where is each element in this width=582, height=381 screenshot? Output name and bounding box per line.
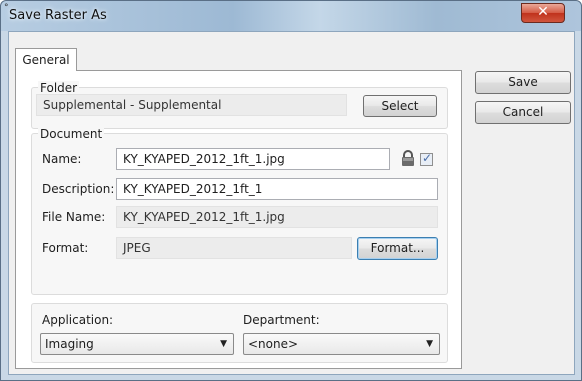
folder-field: Supplemental - Supplemental (36, 94, 347, 116)
save-button[interactable]: Save (475, 71, 571, 94)
department-select[interactable]: <none> ▼ (243, 333, 440, 355)
lock-icon[interactable] (400, 150, 416, 167)
format-field: JPEG (116, 237, 352, 259)
tab-general[interactable]: General (15, 48, 77, 71)
description-input[interactable]: KY_KYAPED_2012_1ft_1 (116, 178, 438, 200)
title-bar[interactable]: ° Save Raster As (1, 1, 581, 31)
format-label: Format: (42, 241, 89, 255)
dialog-window: ° Save Raster As ✕ General Folder Supple… (0, 0, 582, 381)
department-label: Department: (243, 313, 320, 327)
application-select-value: Imaging (45, 337, 94, 351)
close-button[interactable]: ✕ (521, 3, 565, 23)
chevron-down-icon: ▼ (426, 339, 433, 349)
close-icon: ✕ (537, 4, 549, 20)
format-button[interactable]: Format... (357, 237, 438, 260)
tab-general-label: General (22, 53, 70, 67)
application-label: Application: (42, 313, 114, 327)
cancel-button[interactable]: Cancel (475, 101, 571, 124)
chevron-down-icon: ▼ (220, 339, 227, 349)
check-icon: ✓ (422, 151, 433, 165)
select-folder-button[interactable]: Select (363, 95, 437, 117)
name-input[interactable]: KY_KYAPED_2012_1ft_1.jpg (116, 148, 390, 170)
document-group-label: Document (38, 127, 105, 141)
name-lock-checkbox[interactable]: ✓ (420, 151, 433, 166)
application-select[interactable]: Imaging ▼ (40, 333, 234, 355)
name-label: Name: (42, 152, 82, 166)
tab-page-general: Folder Supplemental - Supplemental Selec… (15, 70, 462, 369)
folder-group-label: Folder (38, 81, 80, 95)
window-title: Save Raster As (9, 8, 107, 23)
description-label: Description: (42, 182, 115, 196)
department-select-value: <none> (248, 337, 299, 351)
filename-label: File Name: (42, 210, 106, 224)
filename-field: KY_KYAPED_2012_1ft_1.jpg (116, 206, 438, 228)
